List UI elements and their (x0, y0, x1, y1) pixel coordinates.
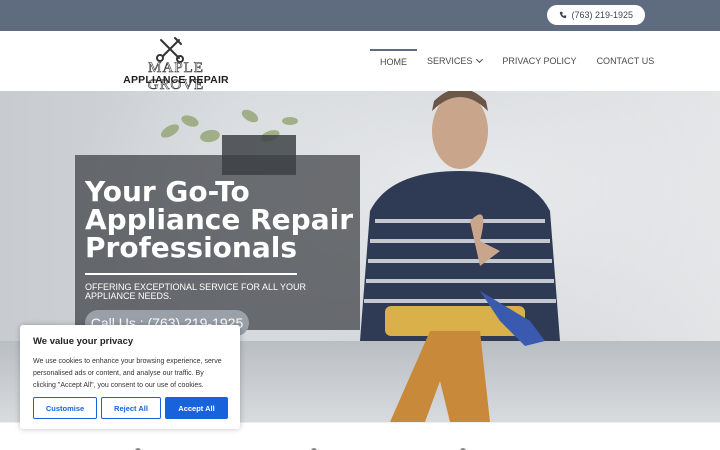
site-header: MAPLE GROVE APPLIANCE REPAIR HOME SERVIC… (0, 31, 720, 93)
nav-item-label: SERVICES (427, 56, 473, 66)
topbar-phone-text: (763) 219-1925 (571, 10, 633, 20)
cookie-title: We value your privacy (33, 336, 134, 347)
phone-icon (560, 11, 567, 19)
accept-all-button[interactable]: Accept All (165, 397, 228, 419)
cookie-description: We use cookies to enhance your browsing … (33, 358, 222, 389)
nav-item-home[interactable]: HOME (370, 49, 417, 73)
chevron-down-icon (476, 55, 484, 64)
hero-divider (85, 273, 297, 275)
nav-item-label: PRIVACY POLICY (502, 56, 577, 66)
site-logo[interactable]: MAPLE GROVE APPLIANCE REPAIR (120, 36, 232, 93)
cookie-buttons: Customise Reject All Accept All (33, 397, 228, 419)
phone-pill-button[interactable]: (763) 219-1925 (547, 5, 645, 25)
nav-item-label: CONTACT US (596, 56, 655, 66)
technician-image (360, 91, 560, 422)
reject-all-button[interactable]: Reject All (101, 397, 161, 419)
hero-subtitle: OFFERING EXCEPTIONAL SERVICE FOR ALL YOU… (85, 282, 307, 301)
customise-button[interactable]: Customise (33, 397, 97, 419)
nav-item-contact-us[interactable]: CONTACT US (597, 49, 655, 73)
nav-item-label: HOME (380, 57, 407, 67)
cookie-consent-banner: We value your privacy We use cookies to … (20, 325, 240, 429)
nav-item-services[interactable]: SERVICES (427, 49, 484, 73)
top-bar: (763) 219-1925 (0, 0, 720, 31)
main-nav: HOME SERVICES PRIVACY POLICY CONTACT US (370, 31, 674, 91)
nav-item-privacy-policy[interactable]: PRIVACY POLICY (502, 49, 576, 73)
logo-text-line2: APPLIANCE REPAIR (123, 74, 229, 86)
hero-title: Your Go-To Appliance Repair Professional… (85, 175, 354, 264)
